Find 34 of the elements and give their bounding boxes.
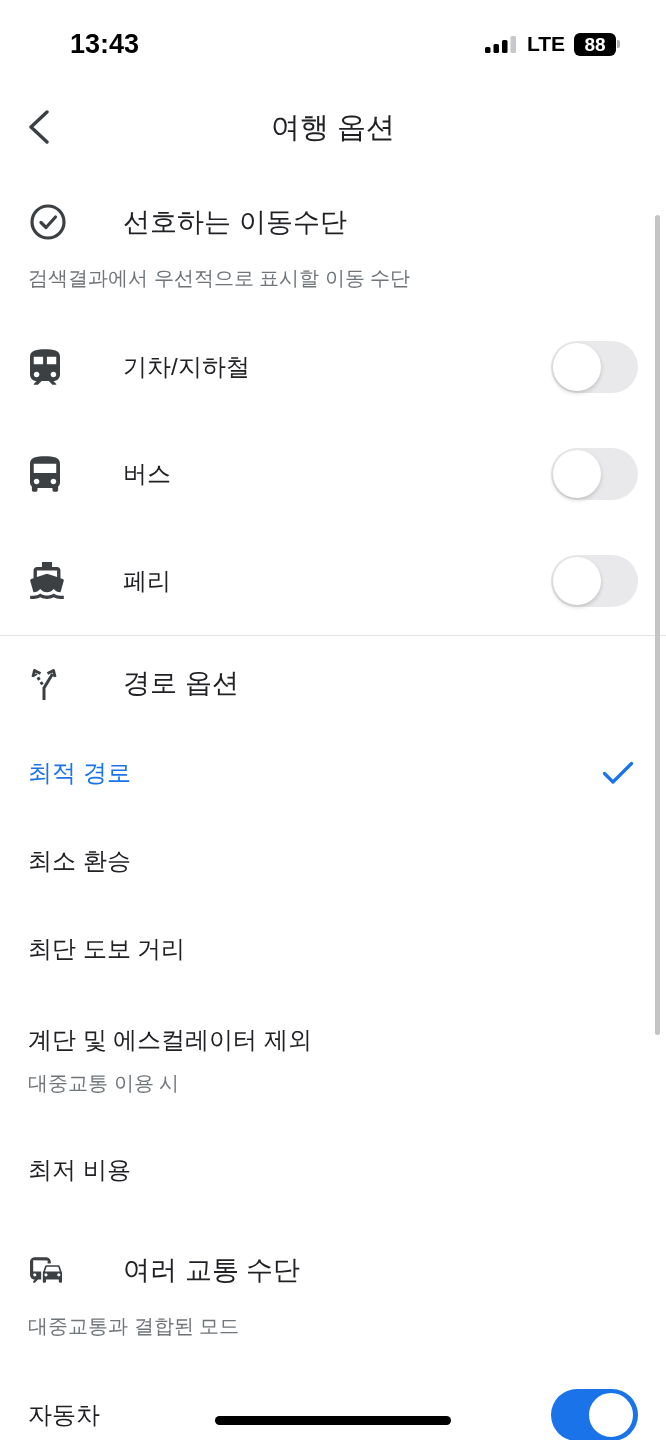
battery-indicator: 88 xyxy=(574,32,620,56)
check-circle-icon xyxy=(30,204,66,240)
route-split-icon xyxy=(30,666,58,700)
route-option[interactable]: 최소 환승 xyxy=(28,844,131,878)
checkmark-icon xyxy=(602,761,634,785)
toggle-switch[interactable] xyxy=(551,447,638,500)
transport-label: 페리 xyxy=(123,565,171,596)
bus-and-car-icon xyxy=(30,1257,62,1283)
section-heading: 여러 교통 수단 xyxy=(123,1254,300,1287)
signal-icon xyxy=(484,35,516,53)
transport-label: 기차/지하철 xyxy=(123,351,250,382)
page-title: 여행 옵션 xyxy=(270,110,396,145)
toggle-switch[interactable] xyxy=(551,340,638,393)
bus-icon xyxy=(30,455,60,492)
route-option[interactable]: 최단 도보 거리 xyxy=(28,932,186,966)
option-description: 대중교통 이용 시 xyxy=(28,1071,180,1096)
chevron-left-icon xyxy=(28,110,50,144)
train-icon xyxy=(30,348,60,385)
toggle-switch[interactable] xyxy=(551,554,638,607)
back-button[interactable] xyxy=(28,110,50,144)
ship-icon xyxy=(30,562,64,599)
scrollbar[interactable] xyxy=(655,215,660,1035)
toggle-switch[interactable] xyxy=(551,1388,638,1440)
transport-label: 버스 xyxy=(123,458,171,489)
section-heading: 선호하는 이동수단 xyxy=(123,206,347,239)
section-description: 대중교통과 결합된 모드 xyxy=(28,1314,241,1339)
section-heading: 경로 옵션 xyxy=(123,667,239,700)
route-option[interactable]: 최저 비용 xyxy=(28,1153,131,1187)
route-option[interactable]: 계단 및 에스컬레이터 제외 xyxy=(28,1023,312,1057)
status-time: 13:43 xyxy=(70,28,140,60)
transport-label: 자동차 xyxy=(28,1399,100,1430)
section-description: 검색결과에서 우선적으로 표시할 이동 수단 xyxy=(28,266,412,291)
network-type: LTE xyxy=(526,32,565,56)
route-option[interactable]: 최적 경로 xyxy=(28,756,131,790)
